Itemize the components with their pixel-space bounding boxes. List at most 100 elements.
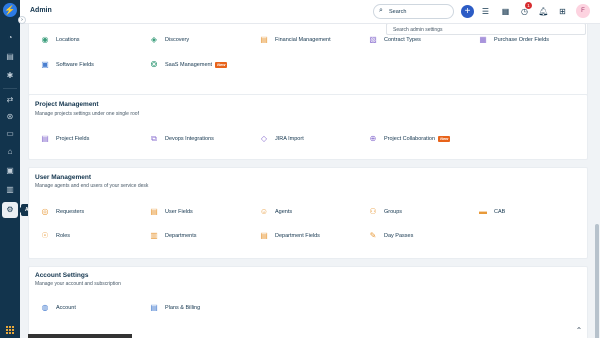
requester-icon: ◎ <box>41 207 49 216</box>
setting-discovery[interactable]: ◈ Discovery <box>148 34 189 46</box>
user-fields-icon: ▤ <box>150 207 158 216</box>
agent-icon: ☺ <box>259 207 269 216</box>
setting-groups[interactable]: ⚇ Groups <box>367 206 402 218</box>
admin-search-placeholder: Search admin settings <box>393 27 443 33</box>
setting-purchase-order-fields[interactable]: ▦ Purchase Order Fields <box>477 34 549 46</box>
setting-label: User Fields <box>165 209 193 215</box>
setting-project-collaboration[interactable]: ⊕ Project Collaboration New <box>367 133 451 145</box>
setting-label: Contract Types <box>384 37 421 43</box>
finance-icon: ▤ <box>260 35 268 44</box>
software-icon: ▣ <box>41 60 49 69</box>
collapse-toggle-icon[interactable]: › <box>18 16 26 24</box>
search-label: Search <box>389 9 407 15</box>
user-management-card: User Management Manage agents and end us… <box>28 167 588 259</box>
setting-label: Purchase Order Fields <box>494 37 550 43</box>
setting-saas-management[interactable]: ❂ SaaS Management New <box>148 59 228 71</box>
reports-icon[interactable]: ▥ <box>4 184 16 196</box>
collaboration-icon: ⊕ <box>369 134 377 143</box>
admin-gear-icon[interactable]: ⚙ <box>2 202 18 218</box>
project-fields-icon: ▤ <box>41 134 49 143</box>
setting-project-fields[interactable]: ▤ Project Fields <box>39 133 89 145</box>
devops-icon: ⧉ <box>151 134 157 143</box>
tickets-icon[interactable]: ▤ <box>4 51 16 63</box>
department-fields-icon: ▤ <box>260 231 268 240</box>
vertical-scrollbar[interactable] <box>594 24 600 338</box>
dashboard-icon[interactable]: ◔ <box>4 32 16 44</box>
setting-label: Account <box>56 305 76 311</box>
admin-content: Search admin settings ◉ Locations ◈ Disc… <box>28 24 588 338</box>
setting-jira-import[interactable]: ◇ JIRA Import <box>258 133 304 145</box>
section-subtitle: Manage your account and subscription <box>35 281 121 287</box>
setting-label: Departments <box>165 233 197 239</box>
project-management-card: Project Management Manage projects setti… <box>28 94 588 160</box>
setting-financial-management[interactable]: ▤ Financial Management <box>258 34 331 46</box>
setting-requesters[interactable]: ◎ Requesters <box>39 206 85 218</box>
setting-label: Department Fields <box>275 233 320 239</box>
setting-contract-types[interactable]: ▧ Contract Types <box>367 34 421 46</box>
rail-divider <box>3 88 17 89</box>
calendar-icon[interactable]: ▦ <box>500 6 511 17</box>
apps-grid-icon[interactable] <box>6 326 14 334</box>
setting-label: SaaS Management <box>165 62 213 68</box>
setting-software-fields[interactable]: ▣ Software Fields <box>39 59 94 71</box>
jira-icon: ◇ <box>260 134 268 143</box>
setting-agents[interactable]: ☺ Agents <box>258 206 292 218</box>
scroll-to-top-icon[interactable]: ⌃ <box>572 325 586 336</box>
app-logo-icon[interactable]: ⚡ <box>3 3 17 17</box>
setting-plans-billing[interactable]: ▤ Plans & Billing <box>148 302 200 314</box>
changes-icon[interactable]: ⇄ <box>4 94 16 106</box>
setting-label: Agents <box>275 209 293 215</box>
location-icon: ◉ <box>41 35 49 44</box>
projects-icon[interactable]: ⌂ <box>4 146 16 158</box>
setting-label: Financial Management <box>275 37 331 43</box>
purchase-icon: ▦ <box>479 35 487 44</box>
problems-icon[interactable]: ✱ <box>4 70 16 82</box>
setting-label: Project Fields <box>56 136 90 142</box>
bottom-status-bar <box>28 334 132 338</box>
groups-icon: ⚇ <box>369 207 377 216</box>
setting-label: Groups <box>384 209 403 215</box>
list-icon[interactable]: ☰ <box>480 6 491 17</box>
setting-departments[interactable]: ▥ Departments <box>148 230 197 242</box>
setting-department-fields[interactable]: ▤ Department Fields <box>258 230 320 242</box>
top-header: Admin ⌕ Search + ☰ ▦ ◷ 1 🔔︎ ⊞ F <box>20 0 600 24</box>
cab-icon: ▬ <box>479 207 487 216</box>
setting-label: Project Collaboration <box>384 136 436 142</box>
saas-icon: ❂ <box>150 60 158 69</box>
setting-label: CAB <box>494 209 506 215</box>
setting-label: Plans & Billing <box>165 305 201 311</box>
section-subtitle: Manage agents and end users of your serv… <box>35 183 149 189</box>
setting-label: Locations <box>56 37 80 43</box>
day-pass-icon: ✎ <box>369 231 377 240</box>
marketplace-icon[interactable]: ⊞ <box>557 6 568 17</box>
bell-icon[interactable]: 🔔︎ <box>538 6 549 17</box>
setting-locations[interactable]: ◉ Locations <box>39 34 80 46</box>
search-icon: ⌕ <box>379 7 383 14</box>
contract-icon: ▧ <box>369 35 377 44</box>
setting-label: Software Fields <box>56 62 94 68</box>
setting-day-passes[interactable]: ✎ Day Passes <box>367 230 414 242</box>
setting-cab[interactable]: ▬ CAB <box>477 206 505 218</box>
add-new-button[interactable]: + <box>461 5 474 18</box>
setting-roles[interactable]: ☉ Roles <box>39 230 70 242</box>
assets-icon[interactable]: ▭ <box>4 128 16 140</box>
new-tag: New <box>438 136 451 142</box>
avatar[interactable]: F <box>576 4 590 18</box>
discovery-icon: ◈ <box>150 35 158 44</box>
section-title: User Management <box>35 174 91 181</box>
page-title: Admin <box>30 7 52 14</box>
setting-account[interactable]: ◍ Account <box>39 302 76 314</box>
notification-badge: 1 <box>525 2 532 9</box>
global-search[interactable]: ⌕ Search <box>373 4 454 19</box>
scroll-thumb[interactable] <box>595 224 599 338</box>
setting-label: JIRA Import <box>275 136 304 142</box>
setting-user-fields[interactable]: ▤ User Fields <box>148 206 193 218</box>
roles-icon: ☉ <box>41 231 49 240</box>
account-icon: ◍ <box>41 303 49 312</box>
solutions-icon[interactable]: ▣ <box>4 165 16 177</box>
setting-devops-integrations[interactable]: ⧉ Devops Integrations <box>148 133 214 145</box>
setting-label: Devops Integrations <box>165 136 214 142</box>
setting-label: Roles <box>56 233 71 239</box>
section-title: Account Settings <box>35 272 89 279</box>
releases-icon[interactable]: ⊛ <box>4 111 16 123</box>
